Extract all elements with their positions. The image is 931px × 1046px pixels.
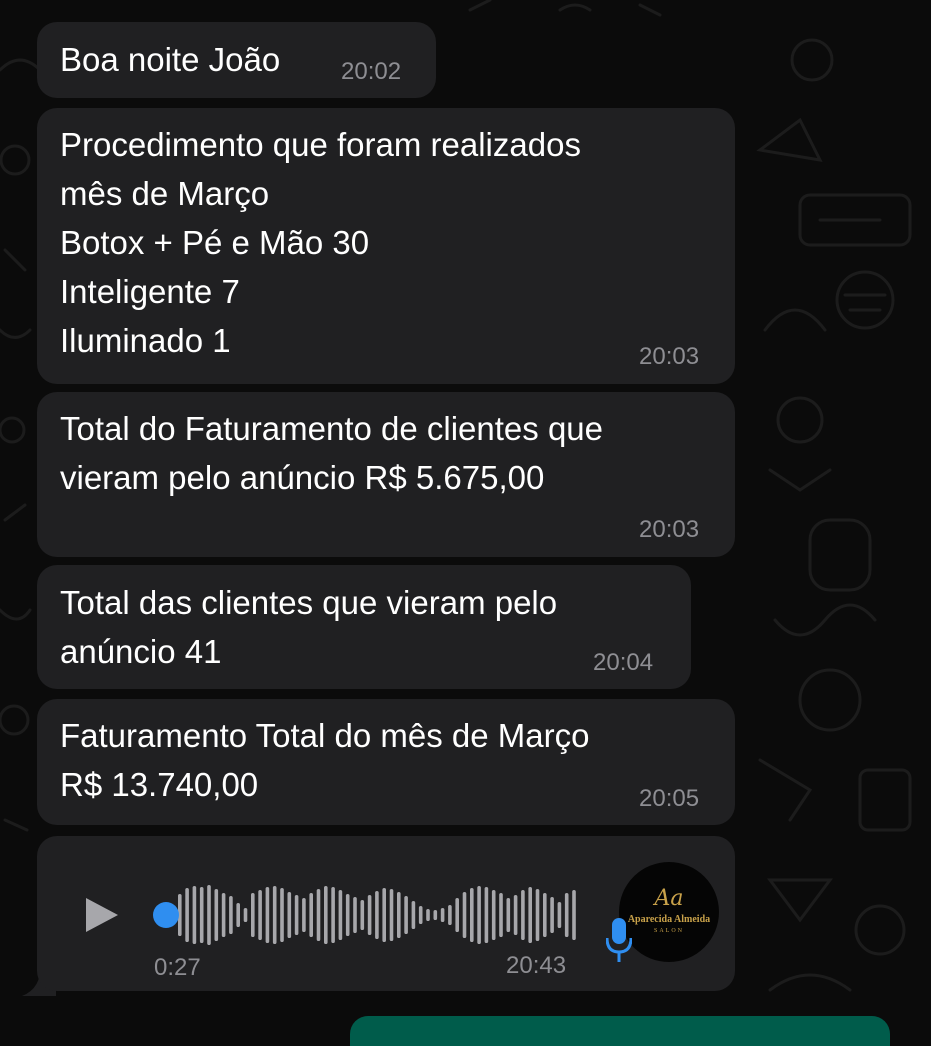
waveform-bar xyxy=(572,890,576,940)
waveform-bar xyxy=(499,893,503,937)
message-line: Boa noite João xyxy=(60,41,281,78)
waveform-bar xyxy=(287,892,292,938)
sender-avatar[interactable]: Aa Aparecida Almeida SALON xyxy=(619,862,719,962)
message-bubble[interactable]: Boa noite João 20:02 xyxy=(37,22,436,98)
waveform-bar xyxy=(557,902,562,928)
avatar-logo-monogram: Aa xyxy=(654,886,684,911)
message-timestamp: 20:03 xyxy=(639,516,700,543)
waveform-bar xyxy=(521,890,525,940)
message-line: vieram pelo anúncio R$ 5.675,00 xyxy=(60,459,545,496)
message-line: Faturamento Total do mês de Março xyxy=(60,717,590,754)
waveform-bar xyxy=(543,893,547,937)
waveform-bar xyxy=(433,910,438,920)
message-timestamp: 20:03 xyxy=(639,343,700,370)
waveform-bar xyxy=(462,892,467,938)
waveform-bar xyxy=(404,896,408,934)
microphone-icon xyxy=(606,918,632,962)
waveform-bar xyxy=(455,898,459,932)
message-line: anúncio 41 xyxy=(60,633,222,670)
play-icon[interactable] xyxy=(84,896,120,934)
waveform-bar xyxy=(192,886,197,944)
message-line: mês de Março xyxy=(60,175,270,212)
waveform-bar xyxy=(389,889,394,941)
message-line: Procedimento que foram realizados xyxy=(60,126,581,163)
waveform-bar xyxy=(528,887,532,943)
waveform-bar xyxy=(426,909,430,921)
waveform-bar xyxy=(491,890,496,940)
waveform-bar xyxy=(470,888,474,942)
waveform-bar xyxy=(367,895,372,935)
waveform-bar xyxy=(302,898,306,932)
message-text: Faturamento Total do mês de Março R$ 13.… xyxy=(60,711,589,809)
message-text: Total das clientes que vieram pelo anúnc… xyxy=(60,578,557,676)
waveform-bar xyxy=(484,887,489,943)
waveform-bar xyxy=(207,885,211,945)
message-line: Total do Faturamento de clientes que xyxy=(60,410,604,447)
voice-duration: 0:27 xyxy=(154,954,201,981)
waveform-bar xyxy=(272,886,277,944)
waveform-bar xyxy=(258,890,262,940)
waveform-bar xyxy=(535,889,540,941)
message-timestamp: 20:04 xyxy=(593,649,654,676)
waveform-bar xyxy=(294,895,299,935)
message-timestamp: 20:05 xyxy=(639,785,700,812)
waveform-bar xyxy=(448,905,452,925)
waveform-bar xyxy=(229,896,233,934)
avatar-logo-name: Aparecida Almeida xyxy=(627,914,711,925)
message-bubble[interactable]: Procedimento que foram realizados mês de… xyxy=(37,108,735,384)
waveform-bar xyxy=(185,888,189,942)
message-line: Iluminado 1 xyxy=(60,322,231,359)
message-text: Procedimento que foram realizados mês de… xyxy=(60,120,581,365)
waveform-bar xyxy=(309,893,313,937)
waveform-bar xyxy=(338,890,343,940)
audio-waveform[interactable] xyxy=(148,880,580,950)
waveform-bar xyxy=(418,906,423,924)
waveform-bar xyxy=(550,897,554,933)
outgoing-message-bubble[interactable] xyxy=(350,1016,890,1046)
playback-scrubber[interactable] xyxy=(153,902,179,928)
message-text: Total do Faturamento de clientes que vie… xyxy=(60,404,603,502)
waveform-bar xyxy=(251,893,255,937)
waveform-bar xyxy=(265,887,270,943)
waveform-bar xyxy=(236,903,240,927)
message-text: Boa noite João xyxy=(60,35,280,84)
message-bubble[interactable]: Total do Faturamento de clientes que vie… xyxy=(37,392,735,557)
waveform-bar xyxy=(353,897,357,933)
waveform-bar xyxy=(243,908,248,922)
message-timestamp: 20:02 xyxy=(341,58,402,85)
message-line: Inteligente 7 xyxy=(60,273,240,310)
waveform-bar xyxy=(375,891,379,939)
waveform-bar xyxy=(280,888,284,942)
message-bubble[interactable]: Total das clientes que vieram pelo anúnc… xyxy=(37,565,691,689)
waveform-bar xyxy=(360,900,365,930)
waveform-bar xyxy=(199,887,204,943)
message-line: Botox + Pé e Mão 30 xyxy=(60,224,370,261)
waveform-bar xyxy=(564,893,569,937)
waveform-bar xyxy=(345,894,350,936)
waveform-bar xyxy=(221,893,226,937)
message-line: Total das clientes que vieram pelo xyxy=(60,584,558,621)
message-line: R$ 13.740,00 xyxy=(60,766,259,803)
waveform-bar xyxy=(440,908,445,922)
waveform-bar xyxy=(324,886,328,944)
waveform-bar xyxy=(506,898,511,932)
waveform-bar xyxy=(513,895,518,935)
waveform-bar xyxy=(382,888,386,942)
message-bubble[interactable]: Faturamento Total do mês de Março R$ 13.… xyxy=(37,699,735,825)
waveform-bar xyxy=(214,889,219,941)
avatar-logo-subtitle: SALON xyxy=(653,928,684,934)
waveform-bar xyxy=(477,886,481,944)
voice-timestamp: 20:43 xyxy=(506,952,567,979)
waveform-bar xyxy=(331,887,335,943)
waveform-bar xyxy=(397,892,401,938)
waveform-bar xyxy=(316,889,321,941)
waveform-bar xyxy=(411,901,416,929)
